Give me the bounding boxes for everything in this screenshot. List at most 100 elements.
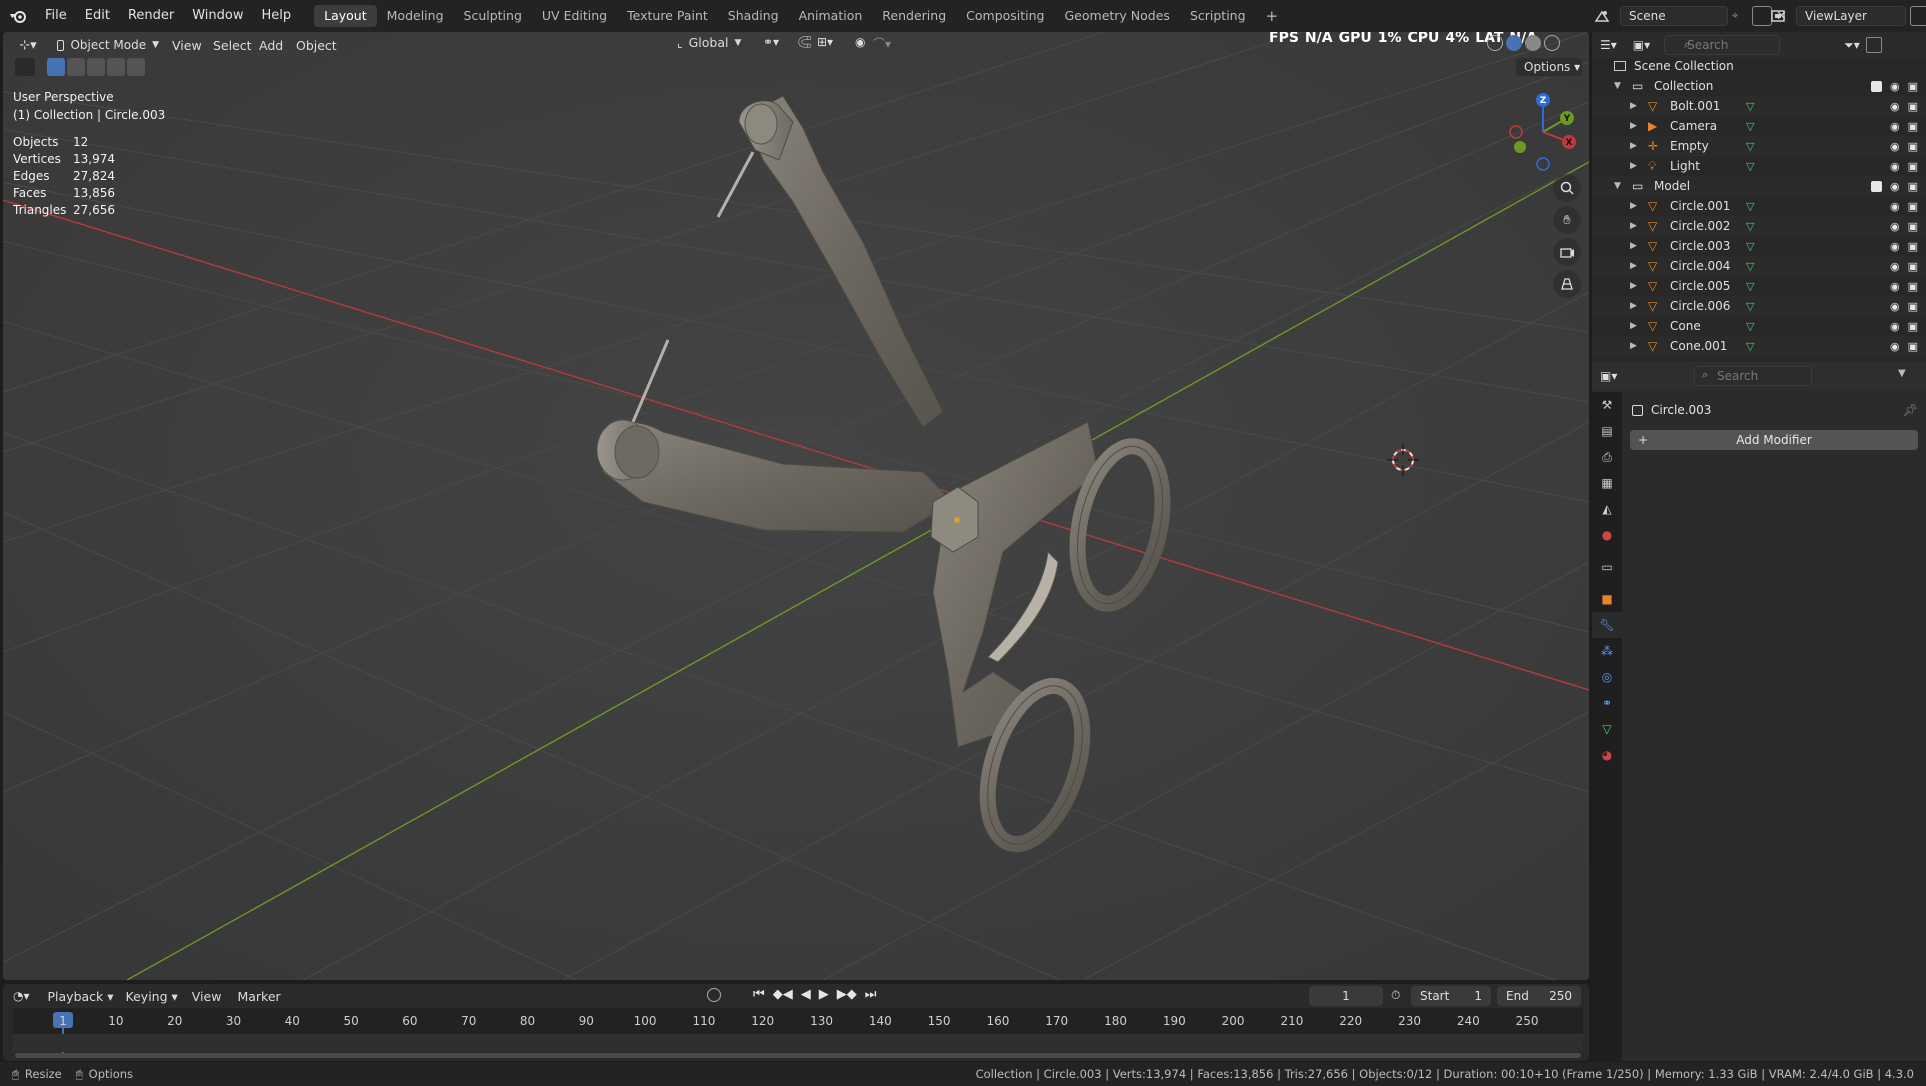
outliner-row[interactable]: ▶ ▽ Circle.004 ▽ ◉ ▣ — [1592, 256, 1926, 276]
chevron-right-icon[interactable]: ▶ — [1630, 141, 1644, 151]
visibility-eye-icon[interactable]: ◉ — [1890, 200, 1900, 213]
material-tab-icon[interactable]: ◕ — [1592, 742, 1622, 768]
tab-layout[interactable]: Layout — [314, 5, 377, 27]
select-subtract-icon[interactable] — [87, 58, 105, 76]
jump-keyframe-back-icon[interactable]: ◆◀ — [773, 987, 793, 1002]
menu-select[interactable]: Select — [213, 38, 252, 53]
chevron-right-icon[interactable]: ▶ — [1630, 261, 1644, 271]
menu-view[interactable]: View — [172, 38, 202, 53]
object-tab-icon[interactable]: ■ — [1592, 586, 1622, 612]
object-data-icon[interactable]: ▽ — [1746, 140, 1754, 153]
tab-compositing[interactable]: Compositing — [956, 5, 1054, 27]
tab-sculpting[interactable]: Sculpting — [454, 5, 532, 27]
collection-checkbox[interactable] — [1870, 80, 1882, 92]
add-modifier-button[interactable]: + Add Modifier — [1630, 430, 1918, 450]
object-data-icon[interactable]: ▽ — [1746, 280, 1754, 293]
add-workspace-button[interactable]: + — [1256, 5, 1289, 27]
view-layer-tab-icon[interactable]: ▦ — [1592, 470, 1622, 496]
world-tab-icon[interactable]: ● — [1592, 522, 1622, 548]
visibility-eye-icon[interactable]: ◉ — [1890, 300, 1900, 313]
tab-geometry-nodes[interactable]: Geometry Nodes — [1055, 5, 1180, 27]
visibility-eye-icon[interactable]: ◉ — [1890, 220, 1900, 233]
end-frame-field[interactable]: End 250 — [1497, 986, 1581, 1006]
chevron-right-icon[interactable]: ▶ — [1630, 301, 1644, 311]
3d-viewport[interactable]: ⊹▾ Object Mode ▼ View Select Add Object … — [3, 32, 1589, 980]
render-camera-icon[interactable]: ▣ — [1908, 260, 1918, 273]
visibility-eye-icon[interactable]: ◉ — [1890, 280, 1900, 293]
select-new-icon[interactable] — [47, 58, 65, 76]
render-camera-icon[interactable]: ▣ — [1908, 100, 1918, 113]
camera-view-icon[interactable] — [1553, 238, 1581, 266]
jump-start-icon[interactable]: ⏮ — [753, 987, 765, 1002]
tab-animation[interactable]: Animation — [789, 5, 873, 27]
visibility-eye-icon[interactable]: ◉ — [1890, 100, 1900, 113]
chevron-down-icon[interactable]: ▼ — [1614, 181, 1628, 191]
falloff-icon[interactable]: ⌒▾ — [873, 35, 891, 52]
particles-tab-icon[interactable]: ⁂ — [1592, 638, 1622, 664]
menu-timeline-view[interactable]: View — [192, 989, 222, 1004]
solid-shading-icon[interactable] — [1506, 35, 1522, 51]
options-button[interactable]: Options ▾ — [1515, 57, 1583, 77]
outliner-row[interactable]: ▶ ▽ Circle.006 ▽ ◉ ▣ — [1592, 296, 1926, 316]
output-tab-icon[interactable]: ⎙ — [1592, 444, 1622, 470]
object-data-icon[interactable]: ▽ — [1746, 340, 1754, 353]
outliner-row[interactable]: ▶ ▽ Cone ▽ ◉ ▣ — [1592, 316, 1926, 336]
display-mode-icon[interactable]: ▣▾ — [1633, 38, 1650, 52]
visibility-eye-icon[interactable]: ◉ — [1890, 80, 1900, 93]
tab-modeling[interactable]: Modeling — [377, 5, 454, 27]
pan-hand-icon[interactable]: ✋︎ — [1553, 206, 1581, 234]
visibility-eye-icon[interactable]: ◉ — [1890, 240, 1900, 253]
render-camera-icon[interactable]: ▣ — [1908, 340, 1918, 353]
modifier-tab-icon[interactable]: 🔧︎ — [1592, 612, 1622, 638]
viewport-scene[interactable] — [3, 32, 1589, 980]
editor-type-icon[interactable]: ⊹▾ — [13, 35, 43, 55]
snap-target-icon[interactable]: ⊞▾ — [817, 35, 833, 49]
tab-scripting[interactable]: Scripting — [1180, 5, 1256, 27]
object-data-icon[interactable]: ▽ — [1746, 100, 1754, 113]
render-camera-icon[interactable]: ▣ — [1908, 160, 1918, 173]
menu-object[interactable]: Object — [296, 38, 337, 53]
menu-window[interactable]: Window — [183, 0, 252, 32]
start-frame-field[interactable]: Start 1 — [1411, 986, 1491, 1006]
snap-icon[interactable]: 🧲︎ — [797, 35, 812, 49]
visibility-eye-icon[interactable]: ◉ — [1890, 140, 1900, 153]
outliner-row[interactable]: ▶ ▽ Circle.001 ▽ ◉ ▣ — [1592, 196, 1926, 216]
properties-search-input[interactable]: Search — [1694, 366, 1812, 386]
properties-editor-icon[interactable]: ▣▾ — [1600, 369, 1617, 383]
select-extend-icon[interactable] — [67, 58, 85, 76]
chevron-right-icon[interactable]: ▶ — [1630, 321, 1644, 331]
visibility-eye-icon[interactable]: ◉ — [1890, 120, 1900, 133]
collection-tab-icon[interactable]: ▭ — [1592, 554, 1622, 580]
mode-dropdown[interactable]: Object Mode ▼ — [49, 35, 167, 55]
new-collection-icon[interactable] — [1865, 37, 1882, 53]
timeline-scrollbar[interactable] — [15, 1053, 1581, 1058]
object-data-icon[interactable]: ▽ — [1746, 220, 1754, 233]
menu-keying[interactable]: Keying ▾ — [126, 989, 178, 1004]
outliner-row[interactable]: ▶ ▽ Circle.002 ▽ ◉ ▣ — [1592, 216, 1926, 236]
pin-icon[interactable]: 📌︎ — [1903, 403, 1918, 417]
new-view-layer-icon[interactable] — [1910, 6, 1926, 26]
blender-logo-icon[interactable] — [0, 0, 36, 32]
menu-edit[interactable]: Edit — [76, 0, 119, 32]
view-layer-field[interactable]: ViewLayer — [1796, 6, 1906, 26]
menu-render[interactable]: Render — [119, 0, 183, 32]
menu-help[interactable]: Help — [253, 0, 301, 32]
zoom-icon[interactable] — [1553, 174, 1581, 202]
visibility-eye-icon[interactable]: ◉ — [1890, 180, 1900, 193]
chevron-right-icon[interactable]: ▶ — [1630, 101, 1644, 111]
chevron-right-icon[interactable]: ▶ — [1630, 121, 1644, 131]
render-camera-icon[interactable]: ▣ — [1908, 80, 1918, 93]
render-camera-icon[interactable]: ▣ — [1908, 220, 1918, 233]
render-tab-icon[interactable]: ▤ — [1592, 418, 1622, 444]
jump-keyframe-forward-icon[interactable]: ▶◆ — [837, 987, 857, 1002]
scene-name-field[interactable]: Scene — [1620, 6, 1728, 26]
object-data-icon[interactable]: ▽ — [1746, 160, 1754, 173]
outliner-row[interactable]: ▶ ▶ Camera ▽ ◉ ▣ — [1592, 116, 1926, 136]
tab-shading[interactable]: Shading — [718, 5, 789, 27]
select-tool-icon[interactable] — [15, 58, 35, 76]
object-data-icon[interactable]: ▽ — [1746, 300, 1754, 313]
current-frame-field[interactable]: 1 — [1309, 986, 1383, 1006]
visibility-eye-icon[interactable]: ◉ — [1890, 340, 1900, 353]
outliner-editor-icon[interactable]: ☰▾ — [1600, 38, 1617, 52]
filter-icon[interactable]: ⏷▾ — [1844, 38, 1860, 53]
